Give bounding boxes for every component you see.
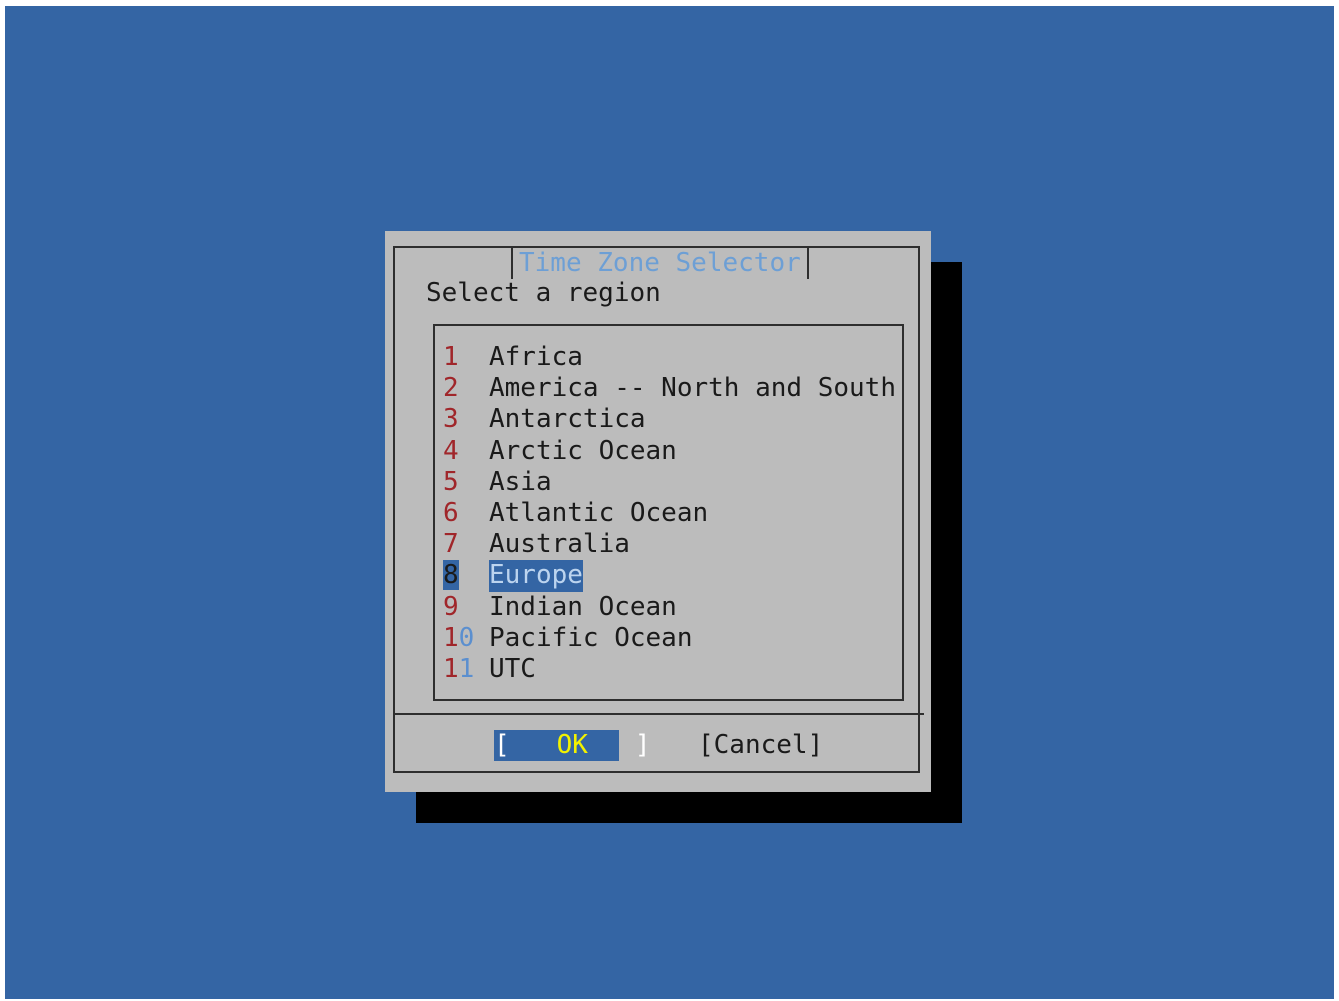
ok-right-bracket: ] — [634, 730, 651, 760]
region-item-asia[interactable]: 5 Asia — [443, 467, 896, 498]
region-item-atlantic-ocean[interactable]: 6 Atlantic Ocean — [443, 498, 896, 529]
region-item-africa[interactable]: 1 Africa — [443, 342, 896, 373]
ok-button[interactable]: [ OK ] — [494, 730, 651, 761]
region-label: Antarctica — [489, 404, 646, 435]
hotkey-number: 4 — [443, 435, 459, 466]
dialog-prompt: Select a region — [426, 278, 661, 308]
region-item-antarctica[interactable]: 3 Antarctica — [443, 404, 896, 435]
hotkey-number: 7 — [443, 529, 459, 560]
hotkey-number: 5 — [443, 466, 459, 497]
hotkey-number: 9 — [443, 591, 459, 622]
dialog-title: Time Zone Selector — [511, 248, 809, 279]
ok-label: OK — [556, 730, 588, 760]
hotkey-number: 8 — [443, 560, 489, 591]
region-label: America -- North and South — [489, 373, 896, 404]
region-label: Australia — [489, 529, 630, 560]
terminal-screen: Time Zone Selector Select a region 1 Afr… — [5, 6, 1334, 999]
selected-hotkey: 8 — [443, 560, 459, 591]
hotkey-number: 11 — [443, 654, 489, 685]
region-item-europe[interactable]: 8 Europe — [443, 560, 896, 592]
region-item-australia[interactable]: 7 Australia — [443, 529, 896, 560]
region-label: UTC — [489, 653, 536, 684]
region-label: Asia — [489, 466, 552, 497]
hotkey-digit-2: 0 — [458, 622, 475, 653]
dialog-frame: Time Zone Selector Select a region 1 Afr… — [393, 246, 920, 773]
hotkey-number: 6 — [443, 497, 459, 528]
hotkey-digit-1: 1 — [443, 622, 459, 653]
ok-left-bracket: [ — [494, 730, 510, 760]
cancel-button[interactable]: [Cancel] — [698, 730, 823, 761]
hotkey-number: 1 — [443, 342, 459, 372]
hotkey-digit-2: 1 — [458, 653, 475, 684]
region-label: Africa — [489, 342, 583, 372]
region-label: Arctic Ocean — [489, 435, 677, 466]
region-item-pacific-ocean[interactable]: 10 Pacific Ocean — [443, 623, 896, 654]
region-item-utc[interactable]: 11 UTC — [443, 654, 896, 685]
hotkey-number: 10 — [443, 623, 489, 654]
hotkey-number: 3 — [443, 404, 459, 435]
hotkey-number: 2 — [443, 373, 459, 404]
region-label: Indian Ocean — [489, 591, 677, 622]
timezone-dialog: Time Zone Selector Select a region 1 Afr… — [385, 231, 931, 792]
region-label: Atlantic Ocean — [489, 497, 709, 528]
region-item-indian-ocean[interactable]: 9 Indian Ocean — [443, 592, 896, 623]
region-label: Pacific Ocean — [489, 622, 693, 653]
region-list: 1 Africa 2 America -- North and South 3 … — [443, 342, 896, 685]
button-separator — [393, 713, 924, 715]
region-label: Europe — [489, 560, 583, 592]
region-listbox[interactable]: 1 Africa 2 America -- North and South 3 … — [433, 324, 904, 701]
hotkey-digit-1: 1 — [443, 653, 459, 684]
region-item-arctic-ocean[interactable]: 4 Arctic Ocean — [443, 436, 896, 467]
region-item-america[interactable]: 2 America -- North and South — [443, 373, 896, 404]
